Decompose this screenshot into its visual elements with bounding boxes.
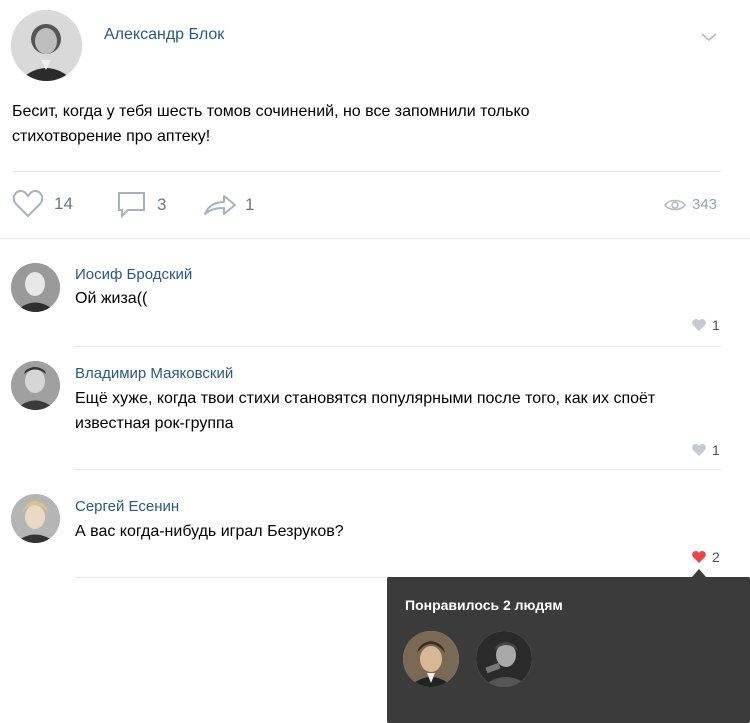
comment-avatar[interactable] [11, 263, 60, 312]
comment-like-button[interactable]: 2 [692, 549, 720, 565]
chevron-down-icon[interactable] [700, 30, 718, 42]
share-count: 1 [245, 195, 255, 214]
comment-button[interactable]: 3 [117, 191, 166, 219]
heart-icon [692, 551, 706, 563]
post-divider [12, 171, 722, 172]
like-button[interactable]: 14 [12, 190, 73, 218]
eye-icon [664, 199, 686, 210]
likes-tooltip: Понравилось 2 людям [387, 577, 750, 723]
comment-avatar[interactable] [11, 361, 60, 410]
share-arrow-icon [204, 195, 236, 215]
post-text: Бесит, когда у тебя шесть томов сочинени… [12, 103, 530, 145]
views-count: 343 [692, 196, 718, 213]
comment-like-button[interactable]: 1 [692, 442, 720, 458]
actions-divider [0, 238, 750, 239]
comment-divider [75, 346, 722, 347]
comment-icon [118, 192, 145, 219]
like-count: 14 [54, 194, 73, 213]
comment-like-button[interactable]: 1 [692, 317, 720, 333]
comment-author[interactable]: Сергей Есенин [75, 498, 179, 515]
liker-avatar[interactable] [403, 631, 459, 687]
liker-avatar[interactable] [476, 631, 532, 687]
comment-text: Ой жиза(( [75, 290, 148, 307]
share-button[interactable]: 1 [203, 193, 254, 217]
comment-like-count: 1 [712, 317, 720, 333]
views-counter: 343 [664, 196, 717, 213]
post-author-avatar[interactable] [11, 10, 82, 81]
comment-count: 3 [157, 195, 167, 214]
heart-icon [692, 319, 706, 331]
comment-like-count: 2 [712, 549, 720, 565]
heart-icon [12, 190, 44, 218]
tooltip-title: Понравилось 2 людям [405, 597, 563, 613]
comment-like-count: 1 [712, 442, 720, 458]
comment-text: А вас когда-нибудь играл Безруков? [75, 523, 344, 540]
post-author-name[interactable]: Александр Блок [104, 26, 224, 44]
comment-author[interactable]: Владимир Маяковский [75, 365, 233, 382]
tooltip-arrow [692, 569, 706, 577]
comment-text: Ещё хуже, когда твои стихи становятся по… [75, 390, 656, 432]
heart-icon [692, 444, 706, 456]
comment-author[interactable]: Иосиф Бродский [75, 266, 192, 283]
comment-divider [75, 469, 722, 470]
comment-avatar[interactable] [11, 494, 60, 543]
